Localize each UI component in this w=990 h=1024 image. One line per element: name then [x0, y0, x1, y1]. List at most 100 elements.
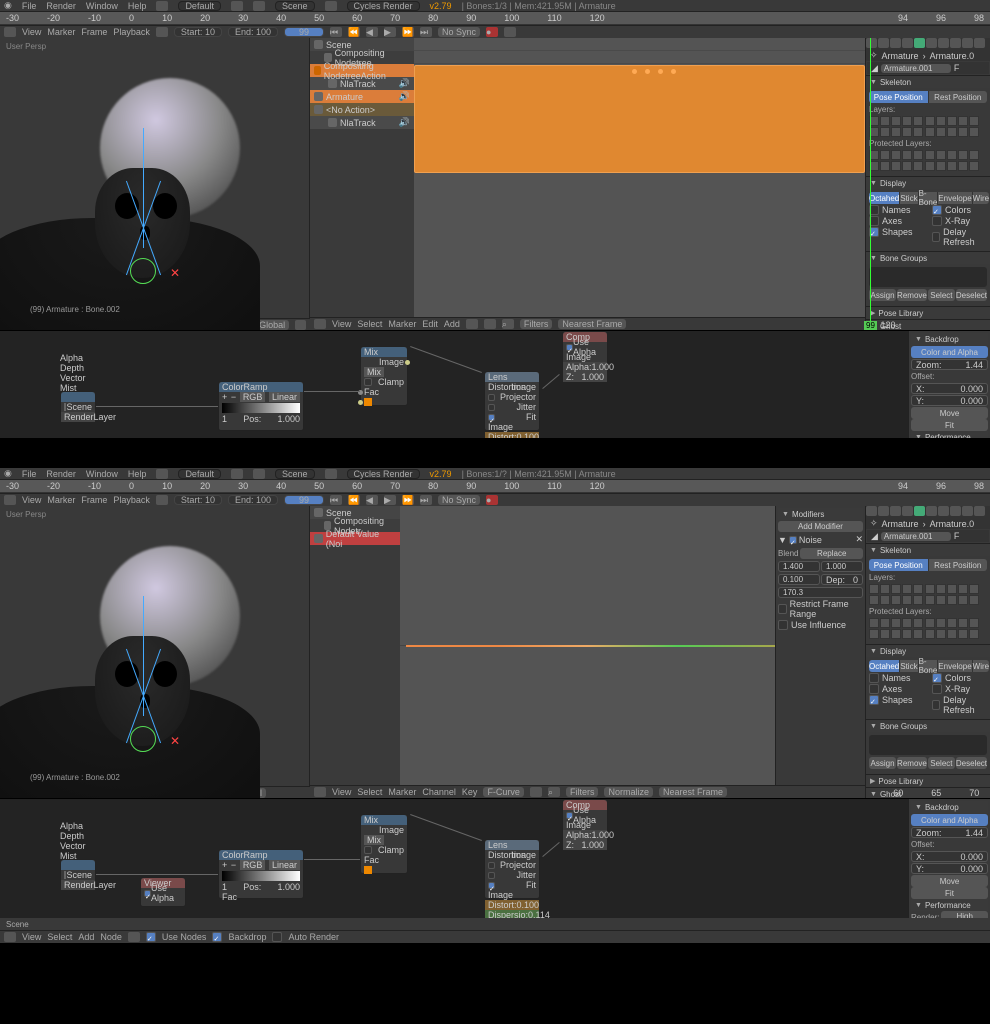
colors-check[interactable]: [932, 205, 942, 215]
sync-mode[interactable]: No Sync: [438, 27, 480, 37]
assign-btn[interactable]: Assign: [869, 289, 896, 301]
lens-distortion-node[interactable]: Lens Distortion Image Projector Jitter F…: [484, 839, 540, 899]
auto-render-check[interactable]: [272, 932, 282, 942]
nla-editor[interactable]: Scene Compositing Nodetree Compositing N…: [310, 38, 865, 330]
prot-layer-buttons[interactable]: [869, 150, 987, 171]
nla-marker[interactable]: Marker: [388, 319, 416, 329]
remove-btn[interactable]: Remove: [897, 289, 927, 301]
fcurve-mode[interactable]: F-Curve: [483, 787, 524, 797]
play-icon[interactable]: ▶: [384, 495, 396, 505]
editor-type-icon[interactable]: [4, 27, 16, 37]
props-tabs[interactable]: [866, 38, 990, 50]
panel-display[interactable]: Display: [866, 177, 990, 189]
nearest-frame[interactable]: Nearest Frame: [659, 787, 727, 797]
envelope-btn[interactable]: Envelope: [938, 192, 972, 204]
3d-viewport-2[interactable]: User Persp ✕ (99) Armature : Bone.002: [0, 506, 310, 786]
rec-icon[interactable]: ●: [486, 27, 498, 37]
mix-node[interactable]: Mix Image Mix Clamp Fac: [360, 814, 408, 874]
layer-buttons[interactable]: [869, 116, 987, 137]
offset-y[interactable]: Y:0.000: [911, 863, 988, 874]
tab-bone[interactable]: [962, 38, 973, 48]
g-key[interactable]: Key: [462, 787, 478, 797]
c-view[interactable]: View: [22, 932, 41, 942]
mix-node[interactable]: Mix Image Mix Clamp Fac: [360, 346, 408, 406]
lens-distortion-node[interactable]: Lens Distortion Image Projector Jitter F…: [484, 371, 540, 431]
menu-render[interactable]: Render: [46, 469, 76, 479]
menu-help[interactable]: Help: [128, 469, 147, 479]
c-add[interactable]: Add: [78, 932, 94, 942]
color-alpha-btn[interactable]: Color and Alpha: [911, 346, 988, 358]
filters-btn[interactable]: Filters: [520, 319, 553, 329]
restrict-range-check[interactable]: [778, 604, 787, 614]
zoom-field[interactable]: Zoom:1.44: [911, 359, 988, 370]
render-quality[interactable]: High: [941, 911, 988, 918]
armature-name-input[interactable]: [881, 532, 951, 541]
viewer-node[interactable]: Viewer Use Alpha: [140, 877, 186, 907]
orientation[interactable]: Global: [255, 320, 289, 330]
graph-editor[interactable]: Scene Compositing Nodetr Default Value (…: [310, 506, 865, 798]
colorramp-node[interactable]: ColorRamp +−RGBLinear 1Pos:1.000 Fac: [218, 849, 304, 899]
back-icon[interactable]: [156, 469, 168, 479]
end-frame[interactable]: End: 100: [228, 27, 278, 37]
nla-editor-icon[interactable]: [314, 319, 326, 329]
start-frame[interactable]: Start: 10: [174, 495, 222, 505]
tab-modifier[interactable]: [938, 38, 949, 48]
render-layers-node[interactable]: Scene RenderLayer: [60, 391, 96, 421]
colorramp-node[interactable]: ColorRamp +−RGBLinear 1Pos:1.000: [218, 381, 304, 431]
zoom-field[interactable]: Zoom:1.44: [911, 827, 988, 838]
delay-check[interactable]: [932, 232, 940, 242]
tl-frame[interactable]: Frame: [81, 495, 107, 505]
tl-marker[interactable]: Marker: [47, 27, 75, 37]
prev-key-icon[interactable]: ⏪: [348, 495, 360, 505]
tl-playback[interactable]: Playback: [113, 27, 150, 37]
menu-window[interactable]: Window: [86, 1, 118, 11]
noise-dep[interactable]: Dep:0: [821, 574, 863, 585]
render-layers-node[interactable]: Scene RenderLayer: [60, 859, 96, 889]
end-frame[interactable]: End: 100: [228, 495, 278, 505]
noise-v4[interactable]: 170.3: [778, 587, 863, 598]
play-rev-icon[interactable]: ◀: [366, 27, 378, 37]
plus-icon[interactable]: [231, 1, 243, 11]
scene-icon[interactable]: [253, 1, 265, 11]
forward-icon[interactable]: ⏭: [420, 495, 432, 505]
nla-track-2[interactable]: NlaTrack🔊: [310, 116, 414, 129]
snap-icon[interactable]: [466, 319, 478, 329]
g-view[interactable]: View: [332, 787, 351, 797]
play-rev-icon[interactable]: ◀: [366, 495, 378, 505]
color-alpha-btn[interactable]: Color and Alpha: [911, 814, 988, 826]
offset-y[interactable]: Y:0.000: [911, 395, 988, 406]
tab-object[interactable]: [914, 38, 925, 48]
sync-mode[interactable]: No Sync: [438, 495, 480, 505]
tree-type-icon[interactable]: [128, 932, 140, 942]
noise-v3[interactable]: 0.100: [778, 574, 820, 585]
composite-node[interactable]: Comp Use Alpha Image Alpha:1.000 Z:1.000: [562, 331, 608, 371]
g-select[interactable]: Select: [357, 787, 382, 797]
stick-btn[interactable]: Stick: [900, 192, 918, 204]
play-icon[interactable]: ▶: [384, 27, 396, 37]
plus-icon[interactable]: [325, 469, 337, 479]
pose-position-btn[interactable]: Pose Position: [869, 91, 929, 103]
panel-pose-lib[interactable]: Pose Library: [866, 307, 990, 319]
engine-selector[interactable]: Cycles Render: [347, 469, 420, 479]
normalize-btn[interactable]: Normalize: [604, 787, 653, 797]
armature-name-input[interactable]: [881, 64, 951, 73]
filter-icon[interactable]: ⌕: [502, 319, 514, 329]
start-frame[interactable]: Start: 10: [174, 27, 222, 37]
use-influence-check[interactable]: [778, 620, 788, 630]
xray-check[interactable]: [932, 216, 942, 226]
use-nodes-check[interactable]: [146, 932, 156, 942]
props-tabs[interactable]: [866, 506, 990, 518]
add-modifier-btn[interactable]: Add Modifier: [778, 521, 863, 532]
panel-bone-groups[interactable]: Bone Groups: [866, 252, 990, 264]
rest-position-btn[interactable]: Rest Position: [929, 91, 988, 103]
filter-icon[interactable]: ⌕: [548, 787, 560, 797]
next-key-icon[interactable]: ⏩: [402, 495, 414, 505]
tab-world[interactable]: [902, 38, 913, 48]
deselect-btn[interactable]: Deselect: [956, 289, 987, 301]
fit-btn[interactable]: Fit: [911, 419, 988, 431]
tab-scene[interactable]: [890, 38, 901, 48]
tab-constraint[interactable]: [926, 38, 937, 48]
layer-icon[interactable]: [295, 320, 306, 330]
head-mesh[interactable]: ✕: [40, 88, 240, 318]
next-key-icon[interactable]: ⏩: [402, 27, 414, 37]
